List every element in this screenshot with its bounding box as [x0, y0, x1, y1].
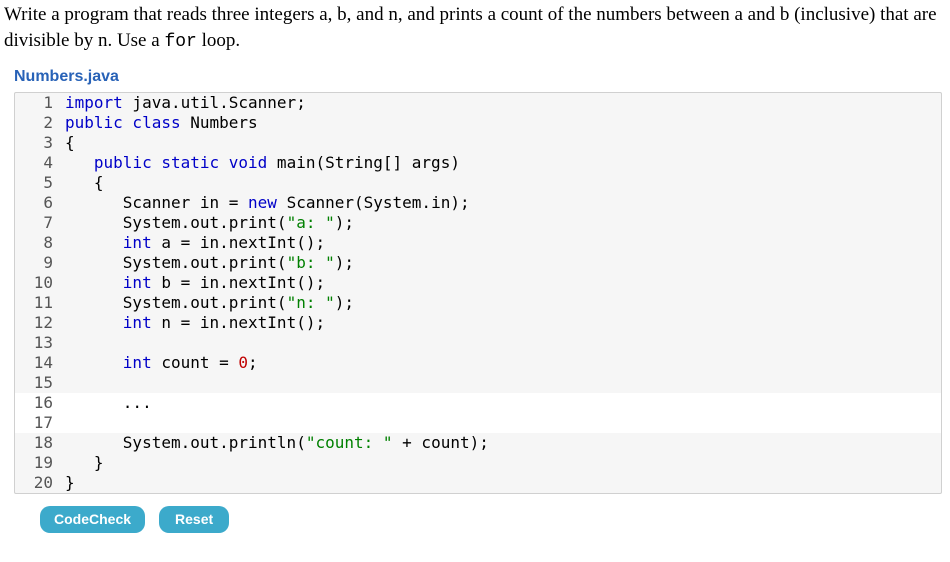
- line-number: 10: [15, 273, 63, 293]
- code-source: System.out.print("a: ");: [63, 213, 941, 233]
- code-line: 5 {: [15, 173, 941, 193]
- code-source: System.out.println("count: " + count);: [63, 433, 941, 453]
- code-line: 8 int a = in.nextInt();: [15, 233, 941, 253]
- code-source[interactable]: ...: [63, 393, 941, 413]
- code-line: 6 Scanner in = new Scanner(System.in);: [15, 193, 941, 213]
- problem-text-after: loop.: [197, 30, 240, 51]
- code-source: }: [63, 453, 941, 473]
- reset-button[interactable]: Reset: [159, 506, 229, 533]
- line-number: 17: [15, 413, 63, 433]
- problem-text-before: Write a program that reads three integer…: [4, 4, 937, 51]
- line-number: 3: [15, 133, 63, 153]
- code-line: 11 System.out.print("n: ");: [15, 293, 941, 313]
- code-source: public class Numbers: [63, 113, 941, 133]
- code-source: int n = in.nextInt();: [63, 313, 941, 333]
- line-number: 5: [15, 173, 63, 193]
- code-editor[interactable]: 1import java.util.Scanner;2public class …: [14, 92, 942, 494]
- code-line: 14 int count = 0;: [15, 353, 941, 373]
- code-source: Scanner in = new Scanner(System.in);: [63, 193, 941, 213]
- line-number: 2: [15, 113, 63, 133]
- filename-label: Numbers.java: [0, 62, 950, 92]
- line-number: 18: [15, 433, 63, 453]
- code-line: 15: [15, 373, 941, 393]
- code-source: }: [63, 473, 941, 493]
- problem-statement: Write a program that reads three integer…: [0, 0, 950, 62]
- code-source: import java.util.Scanner;: [63, 93, 941, 113]
- line-number: 8: [15, 233, 63, 253]
- code-source: int a = in.nextInt();: [63, 233, 941, 253]
- button-row: CodeCheck Reset: [0, 494, 950, 541]
- code-line: 13: [15, 333, 941, 353]
- line-number: 12: [15, 313, 63, 333]
- code-source: public static void main(String[] args): [63, 153, 941, 173]
- line-number: 14: [15, 353, 63, 373]
- code-line: 7 System.out.print("a: ");: [15, 213, 941, 233]
- line-number: 19: [15, 453, 63, 473]
- code-source: {: [63, 133, 941, 153]
- code-line: 19 }: [15, 453, 941, 473]
- code-line: 9 System.out.print("b: ");: [15, 253, 941, 273]
- problem-inline-code: for: [164, 32, 196, 52]
- line-number: 11: [15, 293, 63, 313]
- code-line: 12 int n = in.nextInt();: [15, 313, 941, 333]
- code-line: 18 System.out.println("count: " + count)…: [15, 433, 941, 453]
- line-number: 4: [15, 153, 63, 173]
- code-source: System.out.print("n: ");: [63, 293, 941, 313]
- code-line: 2public class Numbers: [15, 113, 941, 133]
- line-number: 13: [15, 333, 63, 353]
- line-number: 20: [15, 473, 63, 493]
- code-line: 4 public static void main(String[] args): [15, 153, 941, 173]
- code-line: 20}: [15, 473, 941, 493]
- line-number: 15: [15, 373, 63, 393]
- code-line-editable[interactable]: 16 ...: [15, 393, 941, 413]
- line-number: 7: [15, 213, 63, 233]
- code-line: 1import java.util.Scanner;: [15, 93, 941, 113]
- code-source: {: [63, 173, 941, 193]
- line-number: 16: [15, 393, 63, 413]
- line-number: 6: [15, 193, 63, 213]
- code-source: int b = in.nextInt();: [63, 273, 941, 293]
- code-line-editable[interactable]: 17: [15, 413, 941, 433]
- code-source: System.out.print("b: ");: [63, 253, 941, 273]
- line-number: 9: [15, 253, 63, 273]
- codecheck-button[interactable]: CodeCheck: [40, 506, 145, 533]
- line-number: 1: [15, 93, 63, 113]
- code-source: int count = 0;: [63, 353, 941, 373]
- code-line: 3{: [15, 133, 941, 153]
- code-line: 10 int b = in.nextInt();: [15, 273, 941, 293]
